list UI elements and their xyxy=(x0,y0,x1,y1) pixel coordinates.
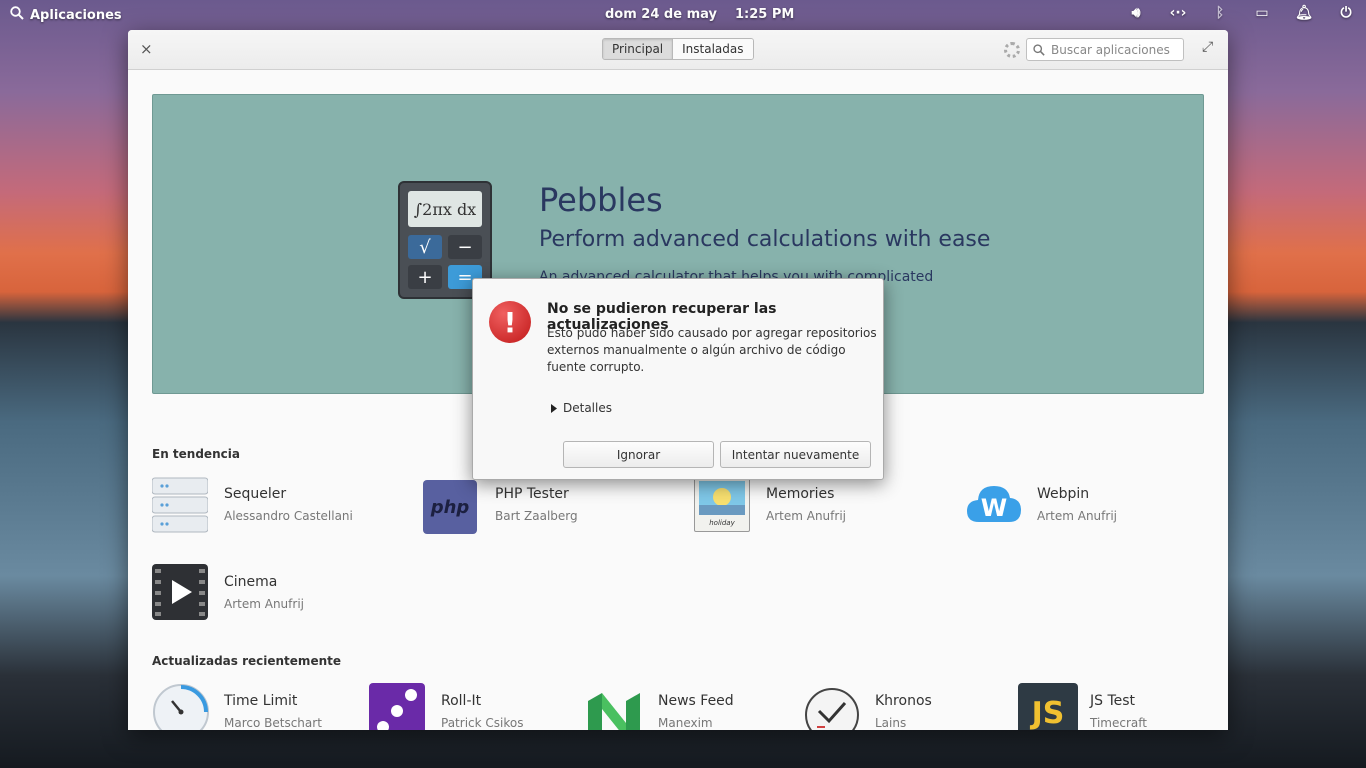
php-logo-text: php xyxy=(430,496,470,518)
app-name: Sequeler xyxy=(224,486,287,502)
calc-screen: ∫2πx dx xyxy=(408,191,482,227)
details-label: Detalles xyxy=(563,401,612,415)
app-author: Patrick Csikos xyxy=(441,716,524,730)
app-card-time-limit[interactable]: Time Limit Marco Betschart xyxy=(152,683,382,730)
view-mode-switcher: Principal Instaladas xyxy=(602,38,754,60)
app-card-webpin[interactable]: W Webpin Artem Anufrij xyxy=(965,476,1195,536)
cinema-play-icon xyxy=(152,564,208,620)
app-name: PHP Tester xyxy=(495,486,569,502)
app-author: Bart Zaalberg xyxy=(495,509,578,523)
app-name: Memories xyxy=(766,486,835,502)
js-logo-text: JS xyxy=(1031,695,1065,731)
memories-icon: holiday xyxy=(694,476,750,532)
calc-key-minus: − xyxy=(448,235,482,259)
news-feed-icon xyxy=(586,683,642,730)
app-card-roll-it[interactable]: Roll-It Patrick Csikos xyxy=(369,683,599,730)
datetime-indicator[interactable]: dom 24 de may 1:25 PM xyxy=(605,7,794,22)
app-card-memories[interactable]: holiday Memories Artem Anufrij xyxy=(694,476,924,536)
app-name: Time Limit xyxy=(224,693,298,709)
app-author: Manexim xyxy=(658,716,713,730)
app-author: Artem Anufrij xyxy=(224,597,304,611)
app-author: Marco Betschart xyxy=(224,716,322,730)
app-name: Cinema xyxy=(224,574,278,590)
power-icon[interactable]: ⏻ xyxy=(1336,5,1356,21)
calc-key-sqrt: √ xyxy=(408,235,442,259)
app-author: Artem Anufrij xyxy=(1037,509,1117,523)
network-icon[interactable]: ‹·› xyxy=(1168,5,1188,21)
maximize-icon[interactable]: ⤢ xyxy=(1202,39,1213,55)
tab-principal[interactable]: Principal xyxy=(603,39,674,59)
app-card-php-tester[interactable]: php PHP Tester Bart Zaalberg xyxy=(423,476,653,536)
app-name: JS Test xyxy=(1090,693,1136,709)
time-label: 1:25 PM xyxy=(734,7,795,22)
app-author: Artem Anufrij xyxy=(766,509,846,523)
webpin-cloud-icon: W xyxy=(965,476,1021,532)
app-author: Alessandro Castellani xyxy=(224,509,353,523)
app-name: Khronos xyxy=(875,693,932,709)
search-icon xyxy=(10,6,24,24)
app-card-cinema[interactable]: Cinema Artem Anufrij xyxy=(152,564,382,624)
details-expander[interactable]: Detalles xyxy=(551,401,612,415)
ignore-button[interactable]: Ignorar xyxy=(563,441,714,468)
tab-instaladas[interactable]: Instaladas xyxy=(673,39,753,59)
titlebar: × Principal Instaladas Buscar aplicacion… xyxy=(128,30,1228,70)
search-placeholder: Buscar aplicaciones xyxy=(1051,42,1170,57)
search-icon xyxy=(1033,43,1045,56)
bluetooth-icon[interactable]: ᛒ xyxy=(1210,5,1230,21)
triangle-right-icon xyxy=(551,403,557,413)
roll-it-dice-icon xyxy=(369,683,425,730)
section-title-trending: En tendencia xyxy=(152,447,240,461)
app-card-js-test[interactable]: JS JS Test Timecraft xyxy=(1018,683,1228,730)
app-card-sequeler[interactable]: Sequeler Alessandro Castellani xyxy=(151,476,382,536)
error-dialog: ! No se pudieron recuperar las actualiza… xyxy=(472,278,884,480)
battery-icon[interactable]: ▭ xyxy=(1252,5,1272,21)
app-card-news-feed[interactable]: News Feed Manexim xyxy=(586,683,816,730)
system-tray: 🔊︎ ‹·› ᛒ ▭ 🔔︎ ⏻ xyxy=(1126,5,1356,21)
dialog-message: Esto pudo haber sido causado por agregar… xyxy=(547,326,877,374)
banner-title: Pebbles xyxy=(539,181,663,219)
app-name: News Feed xyxy=(658,693,734,709)
calc-key-plus: + xyxy=(408,265,442,289)
sequeler-icon xyxy=(151,476,209,533)
retry-button[interactable]: Intentar nuevamente xyxy=(720,441,871,468)
volume-icon[interactable]: 🔊︎ xyxy=(1126,5,1146,21)
app-name: Roll-It xyxy=(441,693,482,709)
app-author: Timecraft xyxy=(1090,716,1147,730)
search-input[interactable]: Buscar aplicaciones xyxy=(1026,38,1184,61)
notifications-icon[interactable]: 🔔︎ xyxy=(1294,5,1314,21)
webpin-letter: W xyxy=(981,494,1007,522)
app-name: Webpin xyxy=(1037,486,1090,502)
close-icon[interactable]: × xyxy=(140,40,153,58)
top-panel: Aplicaciones dom 24 de may 1:25 PM 🔊︎ ‹·… xyxy=(0,0,1366,30)
memories-caption: holiday xyxy=(709,519,735,527)
error-icon: ! xyxy=(489,301,531,343)
js-test-icon: JS xyxy=(1018,683,1078,730)
php-tester-icon: php xyxy=(423,480,477,534)
banner-subtitle: Perform advanced calculations with ease xyxy=(539,227,991,252)
section-title-recent: Actualizadas recientemente xyxy=(152,654,341,668)
loading-spinner-icon xyxy=(1004,42,1020,58)
time-limit-clock-icon xyxy=(152,683,209,730)
khronos-clock-icon xyxy=(803,683,859,730)
date-label: dom 24 de may xyxy=(605,7,717,22)
applications-menu[interactable]: Aplicaciones xyxy=(10,6,122,24)
app-card-khronos[interactable]: Khronos Lains xyxy=(803,683,1033,730)
applications-label: Aplicaciones xyxy=(30,7,122,23)
app-author: Lains xyxy=(875,716,907,730)
